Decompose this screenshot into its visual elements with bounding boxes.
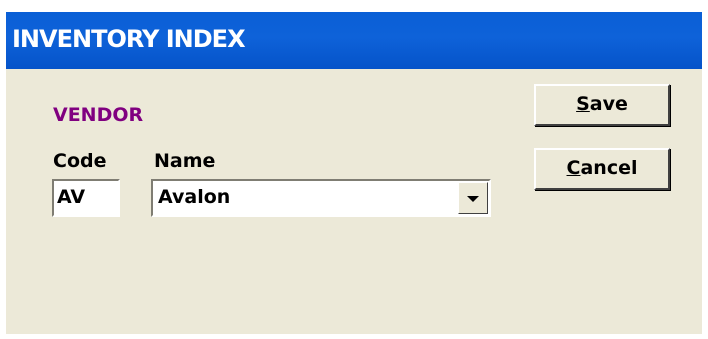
inventory-index-window: INVENTORY INDEX VENDOR Code Name AV Aval… bbox=[6, 12, 702, 334]
chevron-down-icon bbox=[467, 196, 479, 202]
dropdown-arrow-button[interactable] bbox=[458, 182, 488, 214]
code-label: Code bbox=[53, 150, 107, 172]
cancel-button[interactable]: Cancel bbox=[534, 148, 670, 190]
save-button-label: ave bbox=[589, 93, 628, 115]
code-value: AV bbox=[57, 186, 86, 208]
cancel-button-mnemonic: C bbox=[566, 157, 581, 179]
vendor-name-dropdown[interactable]: Avalon bbox=[151, 179, 491, 217]
vendor-section-label: VENDOR bbox=[53, 104, 144, 126]
cancel-button-label: ancel bbox=[580, 157, 638, 179]
name-label: Name bbox=[154, 150, 216, 172]
title-bar[interactable]: INVENTORY INDEX bbox=[6, 12, 702, 69]
save-button-mnemonic: S bbox=[576, 93, 590, 115]
window-title: INVENTORY INDEX bbox=[12, 25, 246, 53]
save-button[interactable]: Save bbox=[534, 84, 670, 126]
vendor-name-value: Avalon bbox=[158, 186, 231, 208]
code-field[interactable]: AV bbox=[52, 179, 120, 217]
